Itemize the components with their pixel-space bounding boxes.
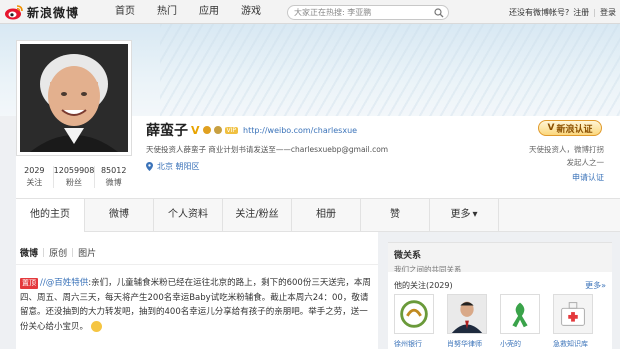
emoji-icon bbox=[90, 320, 102, 332]
posts-label: 微博 bbox=[105, 178, 122, 187]
weibo-logo[interactable]: 新浪微博 bbox=[4, 3, 79, 21]
friend-name: 急救知识库 bbox=[553, 340, 588, 348]
verify-v-icon: V bbox=[547, 123, 555, 133]
more-link[interactable]: 更多» bbox=[585, 280, 606, 291]
following-count[interactable]: 2029 关注 bbox=[16, 166, 54, 188]
filter-images[interactable]: 图片 bbox=[78, 246, 96, 259]
followers-label: 粉丝 bbox=[66, 178, 82, 187]
friend-item[interactable]: 徐州银行 bbox=[394, 294, 434, 349]
feed: 微博 | 原创 | 图片 置顶//@百姓特供:亲们，儿童辅食米粉已经在运往北京的… bbox=[16, 232, 378, 349]
tab-more-label: 更多 bbox=[450, 209, 471, 220]
following-header: 他的关注(2029) 更多» bbox=[394, 280, 606, 291]
friend-item[interactable]: 小壳的 bbox=[500, 294, 540, 349]
medal-icon[interactable] bbox=[202, 126, 211, 134]
nav-apps[interactable]: 应用 bbox=[188, 0, 230, 24]
login-link[interactable]: 登录 bbox=[600, 7, 616, 18]
feed-filters: 微博 | 原创 | 图片 bbox=[20, 246, 96, 260]
divider: | bbox=[42, 247, 46, 258]
profile-location: 北京 朝阳区 bbox=[146, 161, 200, 172]
posts-count[interactable]: 85012 微博 bbox=[95, 166, 132, 188]
cover-texture bbox=[160, 24, 620, 116]
verify-label: 新浪认证 bbox=[556, 124, 593, 135]
weibo-eye-icon bbox=[5, 5, 23, 20]
avatar[interactable] bbox=[20, 44, 128, 152]
profile-url[interactable]: http://weibo.com/charlesxue bbox=[243, 126, 357, 135]
following-number: 2029 bbox=[24, 166, 45, 175]
filter-original[interactable]: 原创 bbox=[49, 246, 67, 259]
divider: | bbox=[593, 7, 596, 17]
no-account-prompt: 还没有微博帐号? bbox=[509, 7, 570, 17]
profile-name-row: 薛蛮子 V VIP http://weibo.com/charlesxue bbox=[146, 120, 357, 140]
profile-tabs: 他的主页 微博 个人资料 关注/粉丝 相册 赞 更多 ▾ bbox=[16, 198, 620, 232]
badge-icon[interactable] bbox=[213, 126, 222, 134]
pinned-post: 置顶//@百姓特供:亲们，儿童辅食米粉已经在运往北京的路上，剩下的600份三天送… bbox=[20, 276, 376, 334]
verify-description: 天使投资人，微博打拐发起人之一 bbox=[529, 145, 604, 167]
relations-sidebar: 微关系 我们之间的共同关系 他的关注(2029) 更多» 徐州银行 肖努华律师 … bbox=[388, 242, 612, 349]
register-link[interactable]: 注册 bbox=[573, 7, 589, 18]
relations-header: 微关系 我们之间的共同关系 bbox=[388, 242, 612, 274]
verified-v-icon[interactable]: V bbox=[191, 124, 200, 137]
profile-name: 薛蛮子 bbox=[146, 123, 188, 139]
tab-weibo[interactable]: 微博 bbox=[85, 199, 154, 231]
friend-avatar bbox=[394, 294, 434, 334]
friend-item[interactable]: 急救知识库 bbox=[553, 294, 593, 349]
sina-verify-button[interactable]: V 新浪认证 bbox=[538, 120, 602, 136]
friend-avatar bbox=[500, 294, 540, 334]
search-placeholder: 大家正在热搜: 李亚鹏 bbox=[294, 8, 372, 17]
followers-number: 12059908 bbox=[53, 166, 95, 175]
account-links: 还没有微博帐号? 注册 | 登录 bbox=[509, 0, 616, 24]
feed-divider bbox=[16, 264, 378, 265]
pinned-tag: 置顶 bbox=[20, 278, 38, 289]
followers-count[interactable]: 12059908 粉丝 bbox=[54, 166, 96, 188]
tab-album[interactable]: 相册 bbox=[292, 199, 361, 231]
relations-title: 微关系 bbox=[394, 251, 422, 261]
search-icon[interactable] bbox=[434, 8, 444, 18]
profile-card: 2029 关注 12059908 粉丝 85012 微博 薛蛮子 V VIP h… bbox=[16, 40, 620, 198]
friend-item[interactable]: 肖努华律师 bbox=[447, 294, 487, 349]
filter-weibo[interactable]: 微博 bbox=[20, 246, 38, 259]
relations-body: 他的关注(2029) 更多» 徐州银行 肖努华律师 小壳的 急救知识库 bbox=[388, 272, 612, 349]
divider: | bbox=[71, 247, 75, 258]
chevron-down-icon: ▾ bbox=[472, 209, 478, 220]
avatar-frame bbox=[16, 40, 132, 156]
nav-home[interactable]: 首页 bbox=[104, 0, 146, 24]
friend-name: 徐州银行 bbox=[394, 340, 422, 348]
friend-avatar bbox=[447, 294, 487, 334]
main-nav: 首页 热门 应用 游戏 bbox=[104, 0, 272, 24]
top-navbar: 新浪微博 首页 热门 应用 游戏 大家正在热搜: 李亚鹏 还没有微博帐号? 注册… bbox=[0, 0, 620, 24]
logo-text: 新浪微博 bbox=[27, 5, 80, 20]
following-title: 他的关注(2029) bbox=[394, 281, 453, 290]
profile-counts: 2029 关注 12059908 粉丝 85012 微博 bbox=[16, 166, 132, 188]
tab-likes[interactable]: 赞 bbox=[361, 199, 430, 231]
tab-more[interactable]: 更多 ▾ bbox=[430, 199, 499, 231]
search-input[interactable]: 大家正在热搜: 李亚鹏 bbox=[287, 5, 449, 20]
following-label: 关注 bbox=[26, 178, 43, 187]
friend-name: 小壳的 bbox=[500, 340, 521, 348]
vip-badge[interactable]: VIP bbox=[224, 126, 239, 134]
tab-home[interactable]: 他的主页 bbox=[16, 199, 85, 232]
post-mention[interactable]: //@百姓特供 bbox=[40, 278, 88, 288]
tab-follow[interactable]: 关注/粉丝 bbox=[223, 199, 292, 231]
tab-profile[interactable]: 个人资料 bbox=[154, 199, 223, 231]
location-link[interactable]: 北京 朝阳区 bbox=[157, 161, 200, 172]
following-list: 徐州银行 肖努华律师 小壳的 急救知识库 bbox=[394, 294, 593, 349]
profile-description: 天使投资人薛蛮子 商业计划书请发送至——charlesxuebp@gmail.c… bbox=[146, 145, 389, 154]
nav-games[interactable]: 游戏 bbox=[230, 0, 272, 24]
apply-verify-link[interactable]: 申请认证 bbox=[572, 172, 604, 183]
location-pin-icon bbox=[146, 162, 153, 171]
posts-number: 85012 bbox=[100, 166, 127, 175]
friend-name: 肖努华律师 bbox=[447, 340, 482, 348]
friend-avatar bbox=[553, 294, 593, 334]
nav-hot[interactable]: 热门 bbox=[146, 0, 188, 24]
